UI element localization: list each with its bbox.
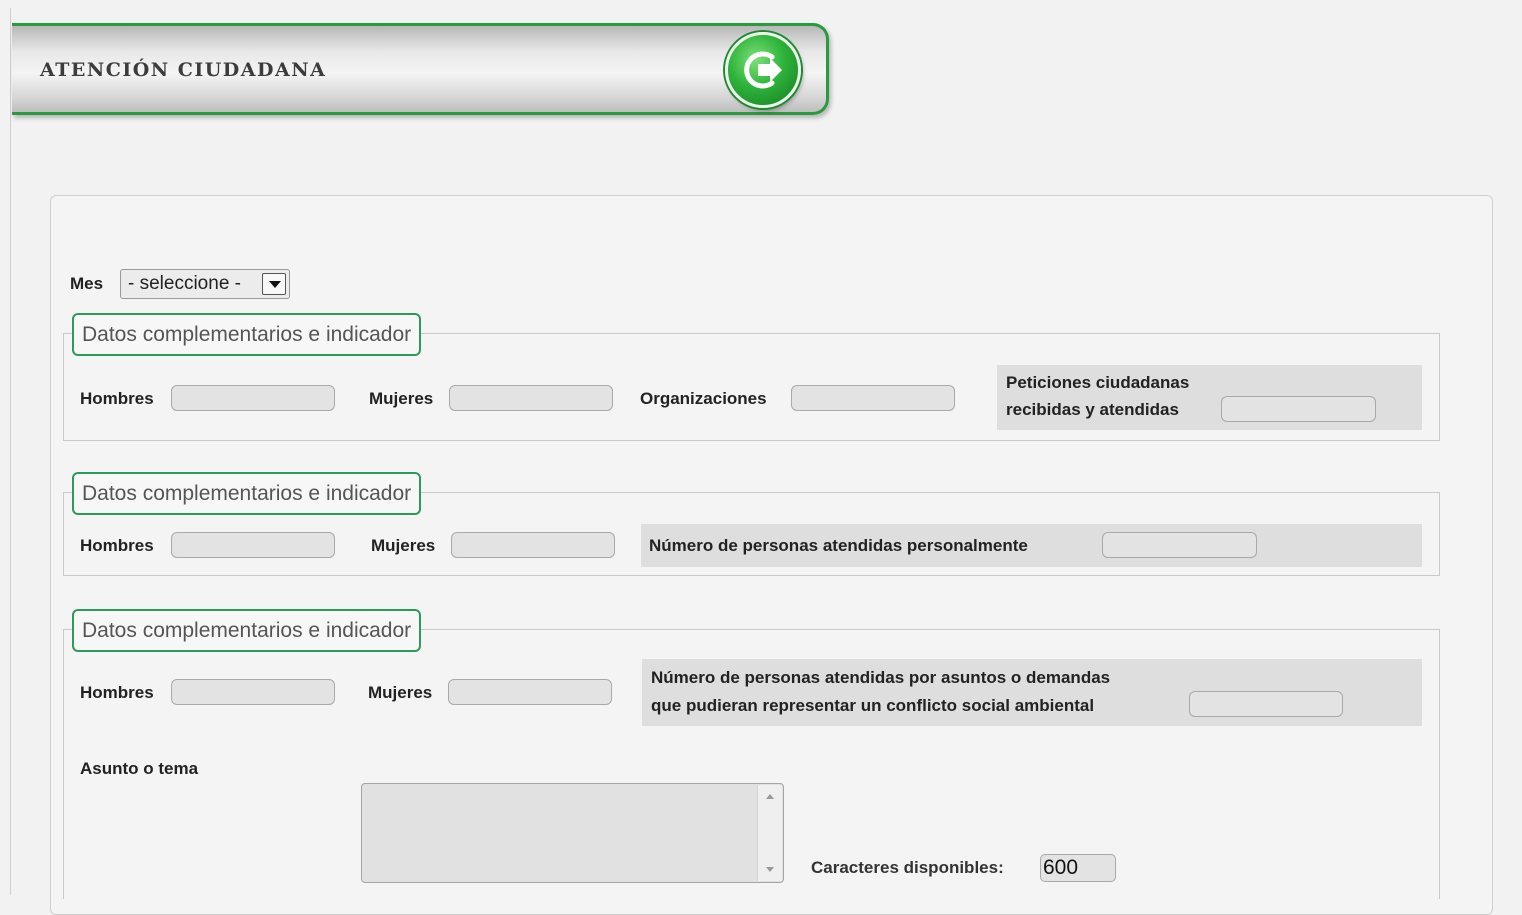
textarea-scrollbar[interactable] xyxy=(757,785,782,881)
asunto-label: Asunto o tema xyxy=(80,759,199,778)
peticiones-label-line2: recibidas y atendidas xyxy=(1006,400,1179,419)
dropdown-arrow-icon xyxy=(262,273,286,295)
hombres-field-3[interactable] xyxy=(171,679,335,705)
mes-selected-value: - seleccione - xyxy=(128,273,241,294)
conflicto-label-line1: Número de personas atendidas por asuntos… xyxy=(651,668,1111,687)
section-3-legend: Datos complementarios e indicador xyxy=(72,609,422,652)
asunto-textarea[interactable] xyxy=(361,783,784,883)
mujeres-field-1[interactable] xyxy=(449,385,613,411)
peticiones-label-line1: Peticiones ciudadanas xyxy=(1006,373,1190,392)
personas-atendidas-field[interactable] xyxy=(1102,532,1257,558)
chars-available-value: 600 xyxy=(1040,854,1116,882)
mujeres-label: Mujeres xyxy=(368,683,433,702)
conflicto-field[interactable] xyxy=(1189,691,1343,717)
mujeres-label: Mujeres xyxy=(369,389,434,408)
mes-select[interactable]: - seleccione - xyxy=(120,269,290,299)
personas-atendidas-label: Número de personas atendidas personalmen… xyxy=(649,536,1028,555)
chars-available-label: Caracteres disponibles: xyxy=(811,858,1004,877)
hombres-label: Hombres xyxy=(80,389,154,408)
page-edge xyxy=(10,8,11,895)
scroll-up-icon[interactable] xyxy=(766,794,774,799)
peticiones-field[interactable] xyxy=(1221,396,1376,422)
mes-label: Mes xyxy=(70,274,104,293)
section-2-legend: Datos complementarios e indicador xyxy=(72,472,422,515)
mujeres-field-3[interactable] xyxy=(448,679,612,705)
hombres-field-2[interactable] xyxy=(171,532,335,558)
conflicto-label-line2: que pudieran representar un conflicto so… xyxy=(651,696,1095,715)
organizaciones-field[interactable] xyxy=(791,385,955,411)
hombres-field-1[interactable] xyxy=(171,385,335,411)
exit-button[interactable] xyxy=(725,32,801,108)
mujeres-label: Mujeres xyxy=(371,536,436,555)
page-header: ATENCIÓN CIUDADANA xyxy=(12,23,829,115)
hombres-label: Hombres xyxy=(80,536,154,555)
organizaciones-label: Organizaciones xyxy=(640,389,767,408)
exit-arrow-icon xyxy=(744,51,782,89)
hombres-label: Hombres xyxy=(80,683,154,702)
scroll-down-icon[interactable] xyxy=(766,867,774,872)
section-1-legend: Datos complementarios e indicador xyxy=(72,313,422,356)
page-title: ATENCIÓN CIUDADANA xyxy=(40,59,327,81)
mujeres-field-2[interactable] xyxy=(451,532,615,558)
